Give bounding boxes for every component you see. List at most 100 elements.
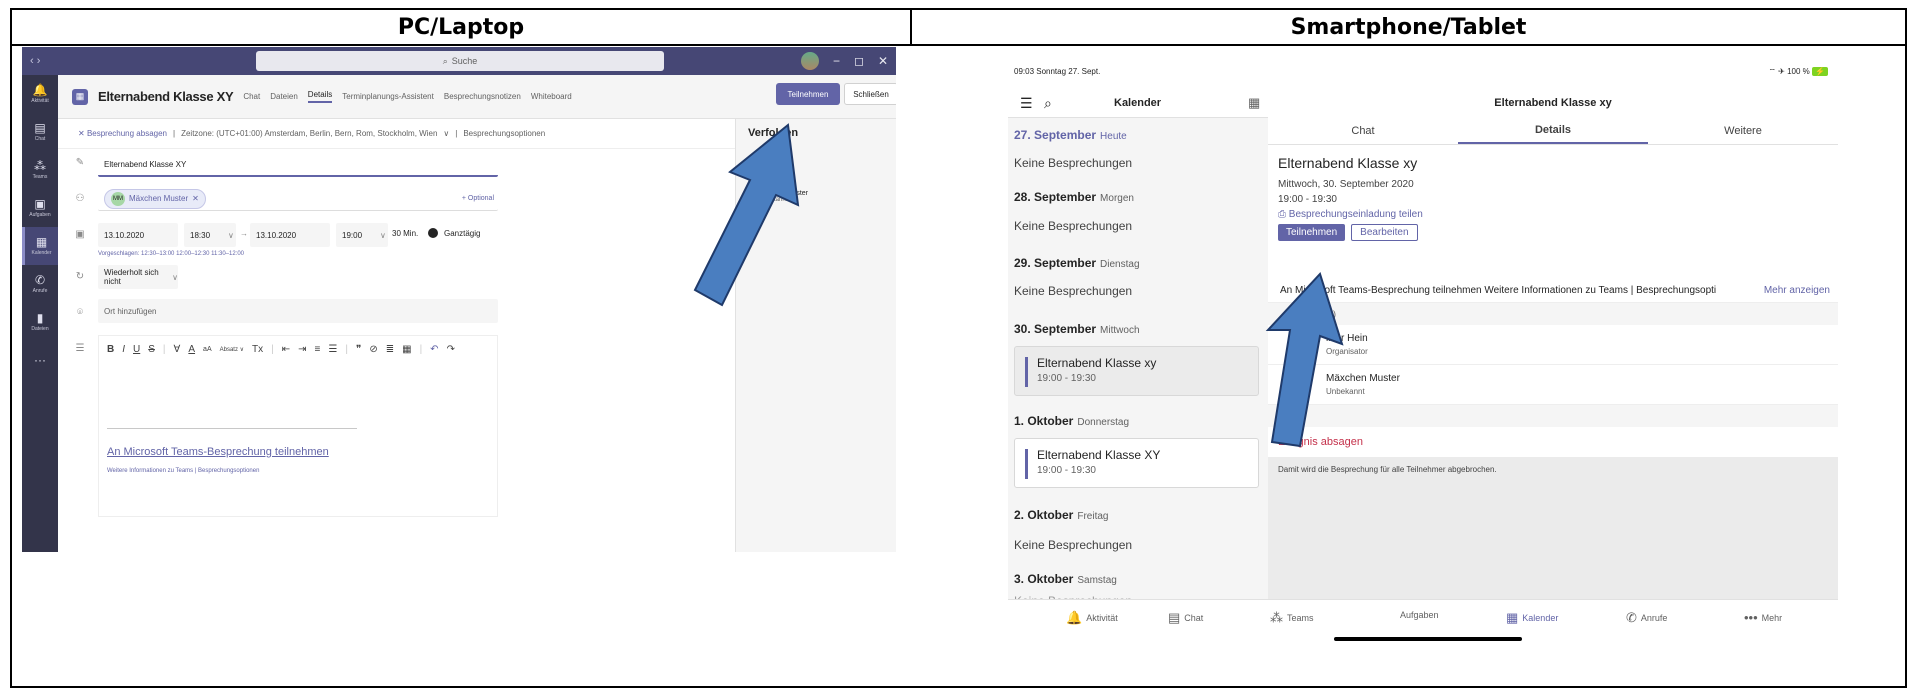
repeat-select[interactable]: Wiederholt sich nicht ∨ — [98, 265, 178, 289]
bold-icon[interactable]: B — [107, 344, 114, 355]
participant-row[interactable]: liver Hein Organisator — [1268, 325, 1838, 365]
nav-tasks[interactable]: Aufgaben — [1400, 610, 1439, 620]
calendar-icon: ▣ — [75, 229, 85, 240]
location-field[interactable]: Ort hinzufügen — [98, 299, 498, 323]
event-card[interactable]: Elternabend Klasse XY 19:00 - 19:30 — [1014, 438, 1259, 488]
header-pc: PC/Laptop — [12, 10, 912, 46]
align-icon[interactable]: ≣ — [386, 344, 394, 355]
nav-calls[interactable]: ✆ Anrufe — [1626, 610, 1667, 626]
undo-icon[interactable]: ↶ — [430, 344, 438, 355]
table-icon[interactable]: ▦ — [402, 344, 411, 355]
bullets-icon[interactable]: ≡ — [315, 344, 321, 355]
maximize-icon[interactable]: ◻ — [854, 54, 864, 68]
numbering-icon[interactable]: ☰ — [328, 344, 337, 355]
close-icon[interactable]: ✕ — [878, 54, 888, 68]
rail-item-activity[interactable]: 🔔 Aktivität — [22, 75, 58, 113]
end-date-field[interactable]: 13.10.2020 — [250, 223, 330, 247]
menu-icon[interactable]: ☰ — [1020, 95, 1033, 112]
duration-label: 30 Min. — [392, 229, 419, 238]
redo-icon[interactable]: ↷ — [447, 344, 455, 355]
quote-icon[interactable]: ❞ — [356, 344, 361, 355]
tab-files[interactable]: Dateien — [270, 92, 298, 101]
attendee-entry: xchen Muster bekannt — [766, 190, 809, 203]
meeting-options-link[interactable]: Besprechungsoptionen — [463, 129, 545, 138]
attendee-chip[interactable]: MM Mäxchen Muster ✕ — [104, 188, 206, 209]
join-button[interactable]: Teilnehmen — [1278, 224, 1346, 241]
search-input[interactable]: ⌕ Suche — [256, 51, 664, 71]
cancel-note: Damit wird die Besprechung für alle Teil… — [1268, 457, 1838, 599]
title-field[interactable]: Elternabend Klasse XY — [98, 153, 498, 177]
edit-button[interactable]: Bearbeiten — [1351, 224, 1418, 241]
nav-more[interactable]: ••• Mehr — [1744, 610, 1782, 625]
link-icon[interactable]: ⊘ — [369, 344, 377, 355]
tab-details[interactable]: Details — [307, 90, 333, 103]
rail-item-calls[interactable]: ✆ Anrufe — [22, 265, 58, 303]
join-button[interactable]: Teilnehmen — [776, 83, 840, 105]
cancel-event-button[interactable]: Ereignis absagen — [1278, 436, 1363, 448]
italic-icon[interactable]: I — [122, 344, 125, 355]
nav-activity[interactable]: 🔔 Aktivität — [1066, 610, 1118, 626]
meeting-details: Elternabend Klasse xy Mittwoch, 30. Sept… — [1278, 155, 1828, 241]
meeting-editor: ▦ Elternabend Klasse XY Chat Dateien Det… — [58, 75, 896, 552]
show-more-link[interactable]: Mehr anzeigen — [1764, 285, 1830, 296]
rail-item-teams[interactable]: ⁂ Teams — [22, 151, 58, 189]
toolbar-divider: | — [271, 344, 274, 355]
chevron-down-icon: ∨ — [228, 230, 234, 240]
cancel-meeting-button[interactable]: ✕ Besprechung absagen — [78, 129, 167, 138]
tab-scheduling[interactable]: Terminplanungs-Assistent — [342, 92, 434, 101]
allday-label: Ganztägig — [444, 229, 481, 238]
teams-meeting-link[interactable]: An Microsoft Teams-Besprechung teilnehme… — [107, 446, 329, 458]
toolbar-divider: | — [419, 344, 423, 355]
suggested-times[interactable]: Vorgeschlagen: 12:30–13:00 12:00–12:30 1… — [98, 251, 244, 257]
event-card[interactable]: Elternabend Klasse xy 19:00 - 19:30 — [1014, 346, 1259, 396]
font-size-icon[interactable]: aA — [203, 346, 212, 353]
details-tabs: Chat Details Weitere — [1268, 117, 1838, 145]
share-invite-link[interactable]: ⎙ Besprechungseinladung teilen — [1278, 209, 1828, 220]
search-icon[interactable]: ⌕ — [1044, 95, 1052, 112]
paragraph-select[interactable]: Absatz ∨ — [220, 346, 244, 353]
nav-teams[interactable]: ⁂ Teams — [1270, 610, 1314, 626]
description-editor[interactable]: B I U S | ∀ A aA Absatz ∨ Tx | ⇤ ⇥ ≡ ☰ | — [98, 335, 498, 517]
optional-link[interactable]: + Optional — [462, 195, 494, 202]
highlight-icon[interactable]: ∀ — [174, 344, 181, 355]
outdent-icon[interactable]: ⇤ — [282, 344, 290, 355]
end-time-select[interactable]: 19:00 ∨ — [336, 223, 388, 247]
rail-item-chat[interactable]: ▤ Chat — [22, 113, 58, 151]
minimize-icon[interactable]: − — [833, 54, 840, 68]
strikethrough-icon[interactable]: S — [148, 344, 155, 355]
avatar[interactable] — [800, 52, 819, 70]
allday-toggle[interactable] — [428, 228, 438, 238]
chevron-down-icon: ∨ — [380, 230, 386, 240]
participant-row[interactable]: Mäxchen Muster Unbekannt — [1268, 365, 1838, 405]
back-forward-icon[interactable]: ‹ › — [30, 55, 60, 67]
rail-item-files[interactable]: ▮ Dateien — [22, 303, 58, 341]
underline-icon[interactable]: U — [133, 344, 140, 355]
tab-chat[interactable]: Chat — [243, 92, 260, 101]
close-icon[interactable]: ✕ — [192, 194, 199, 203]
chevron-down-icon: ∨ — [172, 272, 178, 282]
close-button[interactable]: Schließen — [844, 83, 896, 105]
nav-calendar[interactable]: ▦ Kalender — [1506, 610, 1558, 626]
attendees-field[interactable]: MM Mäxchen Muster ✕ + Optional — [98, 187, 498, 211]
teams-info-links[interactable]: Weitere Informationen zu Teams | Besprec… — [107, 468, 259, 474]
timezone-select[interactable]: Zeitzone: (UTC+01:00) Amsterdam, Berlin,… — [181, 129, 437, 138]
day-header: 30. September Mittwoch — [1014, 322, 1140, 336]
tablet-teams-app: 09:03 Sonntag 27. Sept. ☰ ⌕ Kalender ▦ 2… — [1008, 59, 1838, 649]
rail-item-more[interactable]: ··· — [22, 341, 58, 379]
tab-details[interactable]: Details — [1458, 117, 1648, 144]
rail-item-calendar[interactable]: ▦ Kalender — [22, 227, 58, 265]
rail-item-tasks[interactable]: ▣ Aufgaben — [22, 189, 58, 227]
start-date-field[interactable]: 13.10.2020 — [98, 223, 178, 247]
chat-icon: ▤ — [34, 121, 46, 135]
tab-whiteboard[interactable]: Whiteboard — [531, 92, 572, 101]
tab-chat[interactable]: Chat — [1268, 117, 1458, 144]
tab-notes[interactable]: Besprechungsnotizen — [444, 92, 521, 101]
clear-format-icon[interactable]: Tx — [252, 344, 263, 355]
tab-more[interactable]: Weitere — [1648, 117, 1838, 144]
nav-chat[interactable]: ▤ Chat — [1168, 610, 1203, 626]
indent-icon[interactable]: ⇥ — [298, 344, 306, 355]
start-time-select[interactable]: 18:30 ∨ — [184, 223, 236, 247]
more-icon: ••• — [1744, 610, 1758, 625]
font-color-icon[interactable]: A — [188, 344, 195, 355]
new-meeting-icon[interactable]: ▦ — [1248, 95, 1260, 111]
